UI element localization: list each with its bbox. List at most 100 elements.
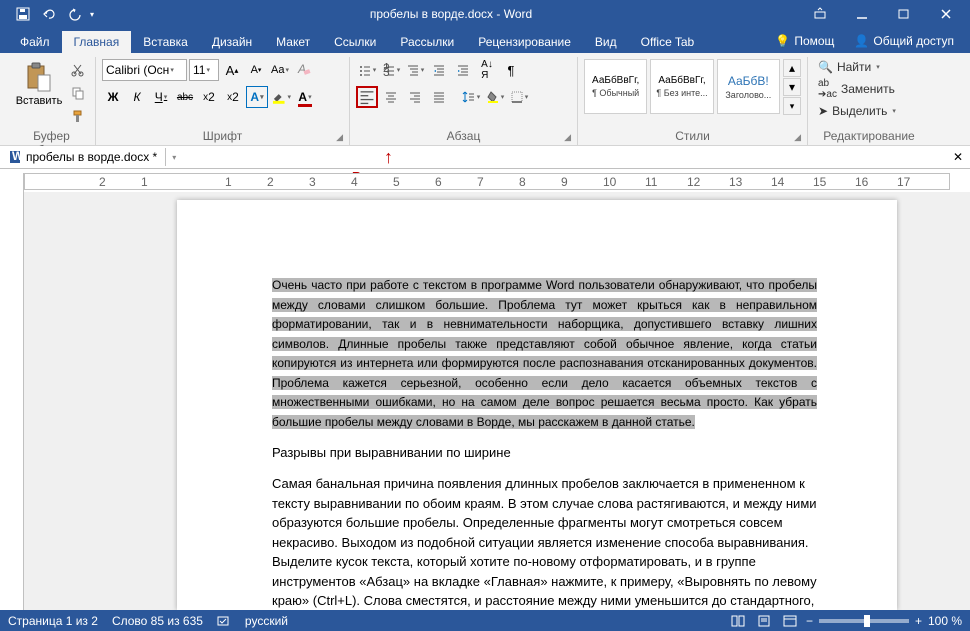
document-tab[interactable]: W пробелы в ворде.docx * [0, 148, 166, 166]
tab-home[interactable]: Главная [62, 31, 132, 53]
tab-mailings[interactable]: Рассылки [388, 31, 466, 53]
tab-references[interactable]: Ссылки [322, 31, 388, 53]
style-heading1[interactable]: АаБбВ!Заголово... [717, 59, 780, 114]
align-center-icon[interactable] [380, 86, 402, 108]
tab-insert[interactable]: Вставка [131, 31, 200, 53]
share-button[interactable]: 👤 Общий доступ [846, 32, 962, 50]
font-group-label: Шрифт [203, 129, 242, 143]
styles-scroll-down-icon[interactable]: ▾ [783, 78, 801, 96]
status-words[interactable]: Слово 85 из 635 [112, 614, 203, 628]
grow-font-icon[interactable]: A▴ [221, 59, 243, 81]
superscript-icon[interactable]: x2 [222, 86, 244, 108]
search-icon: 🔍 [818, 60, 833, 74]
cut-icon[interactable] [67, 59, 89, 81]
maximize-icon[interactable] [884, 3, 924, 25]
decrease-indent-icon[interactable] [428, 59, 450, 81]
font-launcher-icon[interactable]: ◢ [336, 132, 343, 143]
copy-icon[interactable] [67, 82, 89, 104]
align-justify-icon[interactable] [428, 86, 450, 108]
paragraph-group-label: Абзац [447, 129, 481, 143]
minimize-icon[interactable] [842, 3, 882, 25]
status-page[interactable]: Страница 1 из 2 [8, 614, 98, 628]
replace-button[interactable]: ab➔ac Заменить [818, 77, 895, 101]
tab-view[interactable]: Вид [583, 31, 629, 53]
tab-layout[interactable]: Макет [264, 31, 322, 53]
select-button[interactable]: ➤Выделить▾ [818, 103, 896, 119]
doc-tab-dropdown-icon[interactable]: ▾ [166, 153, 182, 162]
underline-icon[interactable]: Ч▾ [150, 86, 172, 108]
shading-icon[interactable]: ▾ [484, 86, 506, 108]
status-language[interactable]: русский [245, 614, 288, 628]
align-left-icon[interactable] [356, 86, 378, 108]
replace-label: Заменить [841, 82, 895, 96]
zoom-level[interactable]: 100 % [928, 614, 962, 628]
multilevel-list-icon[interactable]: ▾ [404, 59, 426, 81]
sort-icon[interactable]: А↓Я [476, 59, 498, 81]
strikethrough-icon[interactable]: abc [174, 86, 196, 108]
font-size-combo[interactable]: 11▾ [189, 59, 219, 81]
select-label: Выделить [832, 104, 887, 118]
status-proofing-icon[interactable] [217, 614, 231, 628]
vertical-ruler[interactable] [0, 192, 24, 610]
bulb-icon: 💡 [775, 34, 790, 48]
undo-icon[interactable] [38, 3, 60, 25]
bullets-icon[interactable]: ▾ [356, 59, 378, 81]
zoom-slider[interactable] [819, 619, 909, 623]
styles-scroll-up-icon[interactable]: ▴ [783, 59, 801, 77]
paste-button[interactable]: Вставить [14, 59, 64, 109]
redo-icon[interactable] [64, 3, 86, 25]
paragraph-launcher-icon[interactable]: ◢ [564, 132, 571, 143]
word-doc-icon: W [8, 150, 22, 164]
zoom-in-icon[interactable]: + [915, 614, 922, 628]
person-icon: 👤 [854, 34, 869, 48]
editing-group-label: Редактирование [823, 129, 914, 143]
font-name-combo[interactable]: Calibri (Осн▾ [102, 59, 187, 81]
style-no-spacing[interactable]: АаБбВвГг,¶ Без инте... [650, 59, 713, 114]
find-label: Найти [837, 60, 871, 74]
paragraph-2[interactable]: Самая банальная причина появления длинны… [272, 474, 817, 610]
share-label: Общий доступ [873, 34, 954, 48]
heading-1[interactable]: Разрывы при выравнивании по ширине [272, 445, 817, 460]
document-tab-label: пробелы в ворде.docx * [26, 150, 157, 164]
view-print-icon[interactable] [754, 612, 774, 630]
format-painter-icon[interactable] [67, 105, 89, 127]
styles-launcher-icon[interactable]: ◢ [794, 132, 801, 143]
close-icon[interactable] [926, 3, 966, 25]
show-marks-icon[interactable]: ¶ [500, 59, 522, 81]
shrink-font-icon[interactable]: A▾ [245, 59, 267, 81]
tab-file[interactable]: Файл [8, 31, 62, 53]
document-viewport[interactable]: Очень часто при работе с текстом в прогр… [24, 192, 970, 610]
clear-formatting-icon[interactable]: A [293, 59, 315, 81]
bold-icon[interactable]: Ж [102, 86, 124, 108]
tab-design[interactable]: Дизайн [200, 31, 264, 53]
change-case-icon[interactable]: Aa▾ [269, 59, 291, 81]
ribbon-options-icon[interactable] [800, 3, 840, 25]
align-right-icon[interactable] [404, 86, 426, 108]
replace-icon: ab➔ac [818, 78, 837, 100]
find-button[interactable]: 🔍Найти▾ [818, 59, 880, 75]
tab-tell-me[interactable]: 💡 Помощ [775, 34, 834, 48]
save-icon[interactable] [12, 3, 34, 25]
subscript-icon[interactable]: x2 [198, 86, 220, 108]
tab-office-tab[interactable]: Office Tab [629, 31, 707, 53]
qat-dropdown-icon[interactable]: ▾ [90, 10, 94, 19]
italic-icon[interactable]: К [126, 86, 148, 108]
style-normal[interactable]: АаБбВвГг,¶ Обычный [584, 59, 647, 114]
line-spacing-icon[interactable]: ▾ [460, 86, 482, 108]
tell-label: Помощ [794, 34, 834, 48]
styles-group-label: Стили [675, 129, 710, 143]
view-web-icon[interactable] [780, 612, 800, 630]
highlight-icon[interactable]: ▾ [270, 86, 292, 108]
text-effects-icon[interactable]: A▾ [246, 86, 268, 108]
tab-review[interactable]: Рецензирование [466, 31, 583, 53]
styles-expand-icon[interactable]: ▾ [783, 97, 801, 115]
borders-icon[interactable]: ▾ [508, 86, 530, 108]
numbering-icon[interactable]: 123▾ [380, 59, 402, 81]
font-color-icon[interactable]: A▾ [294, 86, 316, 108]
zoom-out-icon[interactable]: − [806, 614, 813, 628]
increase-indent-icon[interactable] [452, 59, 474, 81]
paragraph-1[interactable]: Очень часто при работе с текстом в прогр… [272, 275, 817, 431]
view-read-icon[interactable] [728, 612, 748, 630]
horizontal-ruler[interactable]: 211234567891011121314151617 [24, 173, 950, 190]
doc-tab-close-icon[interactable]: ✕ [950, 149, 966, 165]
